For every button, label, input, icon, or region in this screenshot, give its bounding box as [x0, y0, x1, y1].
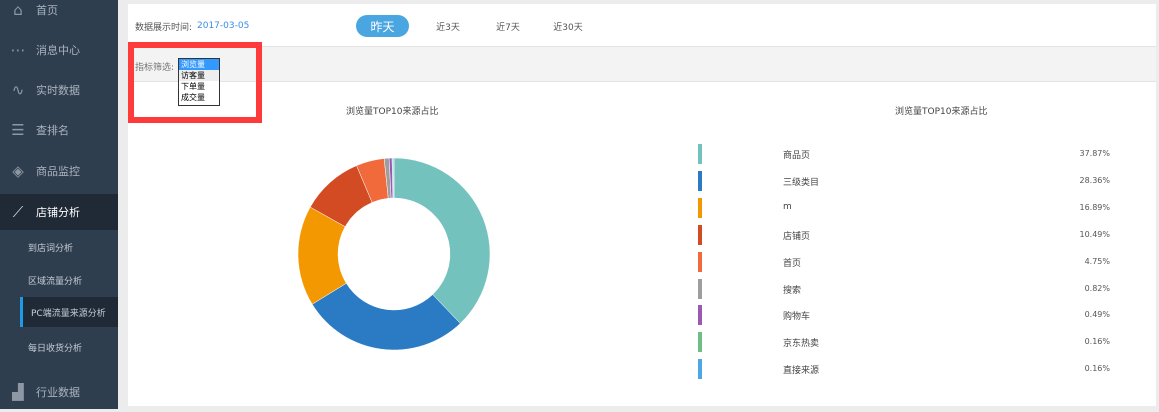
main-panel: 数据展示时间: 2017-03-05 昨天 近3天 近7天 近30天 指标筛选:…	[128, 4, 1156, 406]
nav-ranking[interactable]: ☰ 查排名	[0, 110, 118, 150]
legend-swatch	[698, 170, 702, 191]
date-label: 数据展示时间:	[135, 23, 193, 33]
subnav-pc-source[interactable]: PC端流量来源分析	[20, 297, 118, 327]
legend-swatch	[698, 197, 702, 218]
legend-percent: 10.49%	[1079, 229, 1110, 239]
legend-item[interactable]: 商品页 37.87%	[698, 144, 1110, 164]
chart-title: 浏览量TOP10来源占比	[346, 107, 439, 117]
legend-swatch	[698, 305, 702, 326]
option-deals[interactable]: 成交量	[179, 92, 219, 103]
chart-line-icon: ⟋	[12, 203, 24, 221]
legend-percent: 0.49%	[1084, 310, 1110, 320]
legend-label: 商品页	[783, 151, 811, 161]
legend-percent: 16.89%	[1079, 202, 1110, 212]
tab-7days[interactable]: 近7天	[488, 15, 528, 37]
legend-swatch	[698, 224, 702, 245]
sidebar: ⌂ 首页 ⋯ 消息中心 ∿ 实时数据 ☰ 查排名 ◈ 商品监控 ⟋ 店铺分析 到店词分析 区…	[0, 0, 118, 409]
option-pageviews[interactable]: 浏览量	[179, 59, 219, 70]
nav-shop-analysis[interactable]: ⟋ 店铺分析	[0, 194, 118, 230]
legend-percent: 0.82%	[1084, 283, 1110, 293]
nav-realtime[interactable]: ∿ 实时数据	[0, 70, 118, 110]
legend-label: 直接来源	[783, 366, 820, 377]
list-icon: ☰	[11, 121, 25, 139]
legend-item[interactable]: m 16.89%	[698, 197, 1110, 218]
legend-swatch	[698, 144, 702, 164]
filter-bar: 指标筛选:	[128, 46, 1156, 82]
legend-swatch	[698, 278, 702, 299]
subnav-region[interactable]: 区域流量分析	[0, 265, 118, 295]
legend-swatch	[698, 359, 702, 380]
donut-slice-0[interactable]	[393, 157, 491, 324]
option-orders[interactable]: 下单量	[179, 81, 219, 92]
donut-slice-8[interactable]	[392, 157, 395, 199]
legend-label: 购物车	[783, 312, 811, 323]
bar-chart-icon: ▟	[12, 383, 24, 401]
legend-item[interactable]: 直接来源 0.16%	[698, 359, 1110, 380]
date-value: 2017-03-05	[197, 21, 250, 31]
legend-swatch	[698, 332, 702, 353]
legend-label: m	[783, 201, 792, 212]
legend-label: 三级类目	[783, 177, 820, 188]
legend-percent: 0.16%	[1084, 364, 1110, 374]
legend-label: 店铺页	[783, 231, 811, 242]
option-visitors[interactable]: 访客量	[179, 70, 219, 81]
legend-swatch	[698, 251, 702, 272]
tab-yesterday[interactable]: 昨天	[356, 15, 409, 37]
nav-industry[interactable]: ▟ 行业数据	[0, 372, 118, 412]
legend-percent: 4.75%	[1084, 256, 1110, 266]
legend-title: 浏览量TOP10来源占比	[895, 107, 988, 117]
pulse-icon: ∿	[11, 81, 25, 99]
date-bar: 数据展示时间: 2017-03-05 昨天 近3天 近7天 近30天	[128, 4, 1156, 46]
layers-icon: ◈	[12, 162, 24, 180]
tab-30days[interactable]: 近30天	[548, 15, 588, 37]
metric-select[interactable]: 浏览量 访客量 下单量 成交量	[178, 58, 220, 106]
legend-item[interactable]: 三级类目 28.36%	[698, 170, 1110, 191]
legend-percent: 37.87%	[1079, 149, 1110, 158]
legend-label: 搜索	[783, 285, 802, 296]
legend-item[interactable]: 店铺页 10.49%	[698, 224, 1110, 245]
nav-home[interactable]: ⌂ 首页	[0, 0, 118, 30]
legend-item[interactable]: 首页 4.75%	[698, 251, 1110, 272]
nav-product-monitor[interactable]: ◈ 商品监控	[0, 151, 118, 191]
tab-3days[interactable]: 近3天	[428, 15, 468, 37]
legend-item[interactable]: 购物车 0.49%	[698, 305, 1110, 326]
home-icon: ⌂	[13, 1, 23, 19]
subnav-keyword[interactable]: 到店词分析	[0, 232, 118, 262]
legend-item[interactable]: 搜索 0.82%	[698, 278, 1110, 299]
legend-label: 京东热卖	[783, 339, 820, 350]
legend-item[interactable]: 京东热卖 0.16%	[698, 332, 1110, 353]
donut-chart	[297, 157, 491, 351]
legend-percent: 0.16%	[1084, 337, 1110, 347]
message-icon: ⋯	[10, 41, 26, 59]
legend-label: 首页	[783, 258, 802, 269]
subnav-daily-receipt[interactable]: 每日收货分析	[0, 332, 118, 362]
nav-messages[interactable]: ⋯ 消息中心	[0, 30, 118, 70]
legend-percent: 28.36%	[1079, 175, 1110, 185]
